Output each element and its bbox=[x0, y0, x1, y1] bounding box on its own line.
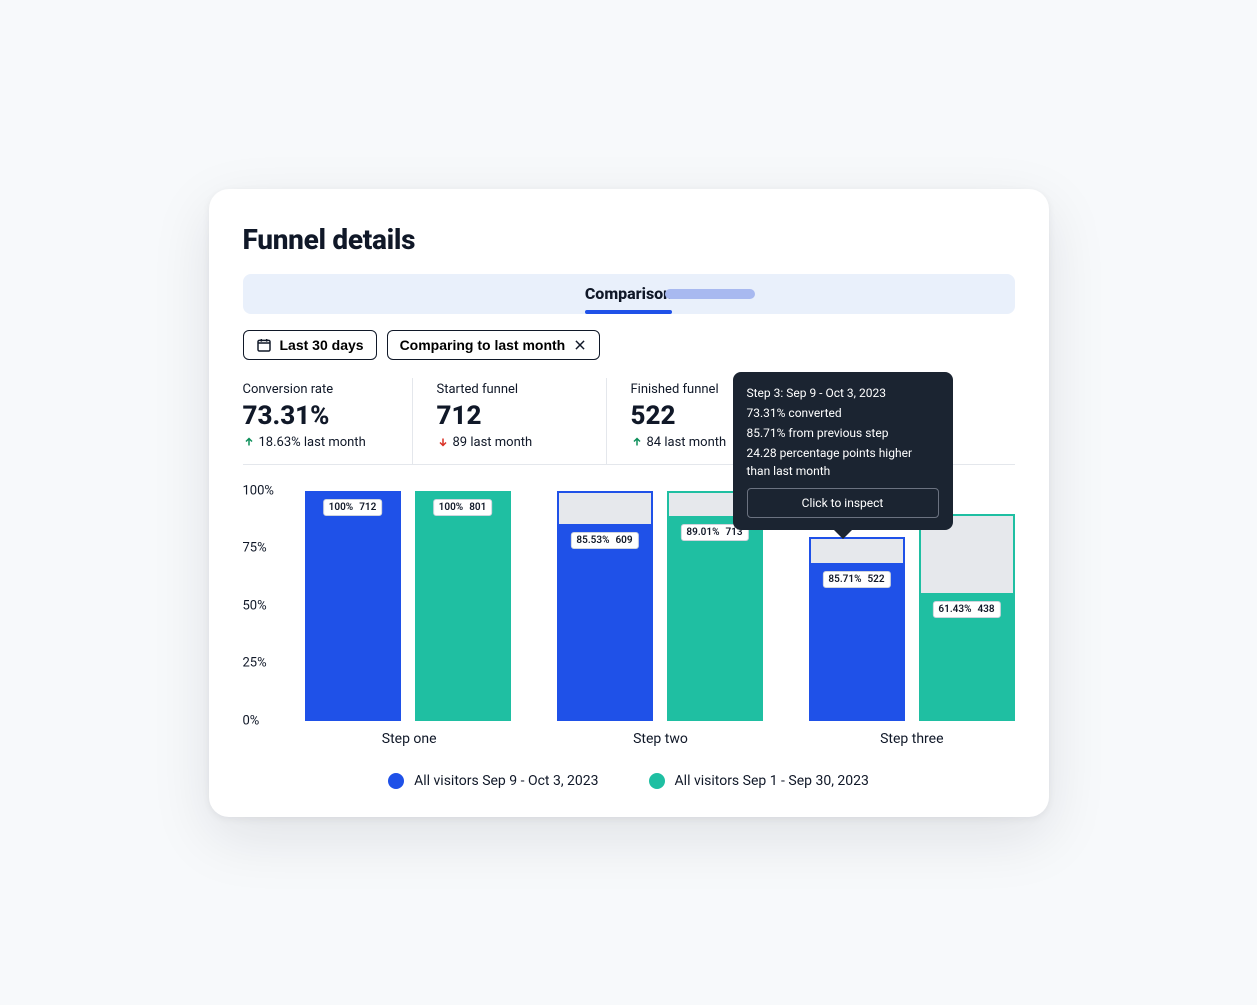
group-step-two: 85.53% 609 89.01% 713 bbox=[557, 491, 763, 721]
bar-pct: 89.01% bbox=[686, 527, 719, 538]
kpi-conversion-label: Conversion rate bbox=[243, 382, 388, 397]
bar-fill: 85.71% 522 bbox=[809, 563, 905, 721]
bar-step1-series-b[interactable]: 100% 801 bbox=[415, 491, 511, 721]
bar-pct: 100% bbox=[329, 502, 354, 513]
legend-series-b[interactable]: All visitors Sep 1 - Sep 30, 2023 bbox=[649, 773, 869, 789]
legend: All visitors Sep 9 - Oct 3, 2023 All vis… bbox=[243, 773, 1015, 789]
ytick-25: 25% bbox=[243, 656, 267, 671]
compare-chip[interactable]: Comparing to last month bbox=[387, 330, 601, 360]
bar-n: 801 bbox=[469, 502, 486, 513]
tooltip-line-4: 24.28 percentage points higher than last… bbox=[747, 444, 939, 480]
tab-placeholder[interactable] bbox=[665, 289, 755, 299]
bar-n: 438 bbox=[977, 604, 994, 615]
bar-label: 100% 801 bbox=[433, 499, 493, 516]
ytick-50: 50% bbox=[243, 598, 267, 613]
bar-pct: 61.43% bbox=[938, 604, 971, 615]
chart-tooltip: Step 3: Sep 9 - Oct 3, 2023 73.31% conve… bbox=[733, 372, 953, 530]
legend-label-a: All visitors Sep 9 - Oct 3, 2023 bbox=[414, 773, 598, 789]
arrow-down-icon bbox=[437, 436, 449, 448]
kpi-started-value: 712 bbox=[437, 401, 582, 431]
xlabel-step-one: Step one bbox=[307, 731, 512, 747]
bar-pct: 85.71% bbox=[828, 574, 861, 585]
kpi-started-delta-text: 89 last month bbox=[453, 435, 533, 450]
page-title: Funnel details bbox=[243, 223, 1015, 256]
kpi-conversion: Conversion rate 73.31% 18.63% last month bbox=[243, 378, 413, 464]
bar-fill: 89.01% 713 bbox=[667, 516, 763, 721]
bar-step1-series-a[interactable]: 100% 712 bbox=[305, 491, 401, 721]
bar-fill bbox=[305, 491, 401, 721]
arrow-up-icon bbox=[631, 436, 643, 448]
tooltip-line-3: 85.71% from previous step bbox=[747, 424, 939, 442]
bar-label: 61.43% 438 bbox=[932, 601, 1000, 618]
tooltip-line-1: Step 3: Sep 9 - Oct 3, 2023 bbox=[747, 384, 939, 402]
legend-label-b: All visitors Sep 1 - Sep 30, 2023 bbox=[675, 773, 869, 789]
bar-label: 100% 712 bbox=[323, 499, 383, 516]
tooltip-inspect-button[interactable]: Click to inspect bbox=[747, 488, 939, 518]
kpi-started: Started funnel 712 89 last month bbox=[437, 378, 607, 464]
kpi-started-label: Started funnel bbox=[437, 382, 582, 397]
arrow-up-icon bbox=[243, 436, 255, 448]
date-range-label: Last 30 days bbox=[280, 337, 364, 353]
tooltip-line-2: 73.31% converted bbox=[747, 404, 939, 422]
bar-n: 609 bbox=[615, 535, 632, 546]
bar-pct: 85.53% bbox=[576, 535, 609, 546]
kpi-conversion-delta-text: 18.63% last month bbox=[259, 435, 366, 450]
xlabel-step-two: Step two bbox=[558, 731, 763, 747]
x-axis: Step one Step two Step three bbox=[307, 731, 1015, 747]
date-range-chip[interactable]: Last 30 days bbox=[243, 330, 377, 360]
y-axis: 100% 75% 50% 25% 0% bbox=[243, 491, 295, 721]
bar-fill bbox=[415, 491, 511, 721]
bar-fill: 85.53% 609 bbox=[557, 524, 653, 721]
ytick-75: 75% bbox=[243, 541, 267, 556]
swatch-icon bbox=[649, 773, 665, 789]
swatch-icon bbox=[388, 773, 404, 789]
xlabel-step-three: Step three bbox=[809, 731, 1014, 747]
group-step-one: 100% 712 100% 801 bbox=[305, 491, 511, 721]
bar-n: 712 bbox=[359, 502, 376, 513]
tooltip-arrow-icon bbox=[833, 529, 853, 539]
bar-label: 85.53% 609 bbox=[570, 532, 638, 549]
bar-step2-series-a[interactable]: 85.53% 609 bbox=[557, 491, 653, 721]
kpi-conversion-value: 73.31% bbox=[243, 401, 388, 431]
close-icon[interactable] bbox=[573, 338, 587, 352]
filters: Last 30 days Comparing to last month bbox=[243, 330, 1015, 360]
kpi-finished-delta-text: 84 last month bbox=[647, 435, 727, 450]
bar-n: 522 bbox=[867, 574, 884, 585]
kpi-started-delta: 89 last month bbox=[437, 435, 582, 450]
calendar-icon bbox=[256, 337, 272, 353]
legend-series-a[interactable]: All visitors Sep 9 - Oct 3, 2023 bbox=[388, 773, 598, 789]
bar-pct: 100% bbox=[439, 502, 464, 513]
compare-label: Comparing to last month bbox=[400, 337, 566, 353]
ytick-100: 100% bbox=[243, 483, 274, 498]
tab-underline bbox=[585, 310, 672, 314]
funnel-card: Funnel details Comparison Last 30 days C… bbox=[209, 189, 1049, 817]
bar-label: 85.71% 522 bbox=[822, 571, 890, 588]
kpi-conversion-delta: 18.63% last month bbox=[243, 435, 388, 450]
ytick-0: 0% bbox=[243, 713, 260, 728]
tabbar: Comparison bbox=[243, 274, 1015, 314]
tab-comparison-label: Comparison bbox=[585, 284, 672, 303]
bar-fill: 61.43% 438 bbox=[919, 593, 1015, 720]
kpis: Conversion rate 73.31% 18.63% last month… bbox=[243, 378, 1015, 465]
